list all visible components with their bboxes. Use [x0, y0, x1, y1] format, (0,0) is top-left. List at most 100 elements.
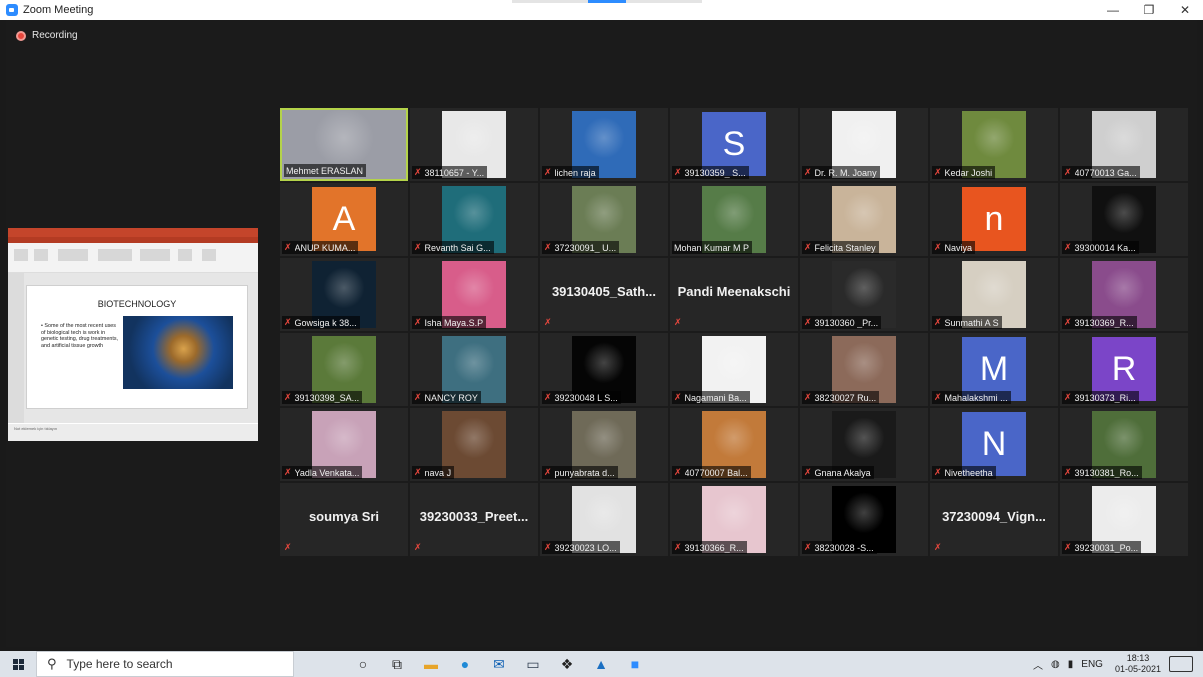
participant-name: 38230027 Ru... [814, 392, 877, 403]
participant-name: 39130373_Ri... [1074, 392, 1136, 403]
participant-name: 38110657 - Y... [424, 167, 485, 178]
photos-icon[interactable]: ▲ [584, 651, 618, 677]
participant-label: ✗ Isha Maya.S.P [412, 316, 487, 329]
taskbar-search[interactable]: ⚲ Type here to search [36, 651, 294, 677]
participant-tile[interactable]: soumya Sri ✗ [280, 483, 408, 556]
participant-tile[interactable]: ✗ punyabrata d... [540, 408, 668, 481]
muted-mic-icon: ✗ [284, 242, 292, 252]
participant-name: Revanth Sai G... [424, 242, 491, 253]
participant-tile[interactable]: ✗ 39230031_Po... [1060, 483, 1188, 556]
participant-tile[interactable]: ✗ Gnana Akalya [800, 408, 928, 481]
participant-tile[interactable]: n ✗ Naviya [930, 183, 1058, 256]
mail-icon[interactable]: ✉ [482, 651, 516, 677]
participant-tile[interactable]: ✗ 39130398_SA... [280, 333, 408, 406]
participant-tile[interactable]: ✗ 39230048 L S... [540, 333, 668, 406]
muted-mic-icon: ✗ [544, 542, 552, 552]
participant-tile[interactable]: ✗ 39130366_R... [670, 483, 798, 556]
participant-tile[interactable]: Pandi Meenakschi ✗ [670, 258, 798, 331]
edge-icon[interactable]: ● [448, 651, 482, 677]
shared-screen[interactable]: BIOTECHNOLOGY • Some of the most recent … [8, 228, 258, 441]
participant-label: ✗ 40770013 Ga... [1062, 166, 1140, 179]
participant-tile[interactable]: A ✗ ANUP KUMA... [280, 183, 408, 256]
participant-tile[interactable]: ✗ 39230023 LO... [540, 483, 668, 556]
participant-label: ✗ Gowsiga k 38... [282, 316, 360, 329]
participant-tile[interactable]: ✗ Revanth Sai G... [410, 183, 538, 256]
muted-mic-icon: ✗ [934, 392, 942, 402]
muted-mic-icon: ✗ [1064, 317, 1072, 327]
close-button[interactable]: ✕ [1167, 0, 1203, 20]
participant-tile[interactable]: ✗ NANCY ROY [410, 333, 538, 406]
participant-tile[interactable]: ✗ lichen raja [540, 108, 668, 181]
participant-name: Dr. R. M. Joany [814, 167, 877, 178]
participant-tile[interactable]: 39130405_Sath... ✗ [540, 258, 668, 331]
participant-label: ✗ Gnana Akalya [802, 466, 874, 479]
muted-mic-icon: ✗ [934, 242, 942, 252]
chevron-up-icon[interactable]: ︿ [1033, 657, 1043, 672]
participant-tile[interactable]: ✗ 38230028 -S... [800, 483, 928, 556]
participant-tile[interactable]: ✗ 40770007 Bal... [670, 408, 798, 481]
participant-label: ✗ Felicita Stanley [802, 241, 879, 254]
participant-name: Yadla Venkata... [294, 467, 360, 478]
participant-tile[interactable]: Mehmet ERASLAN [280, 108, 408, 181]
cortana-icon[interactable]: ○ [346, 651, 380, 677]
participant-label: ✗ 37230091_ U... [542, 241, 620, 254]
muted-mic-icon: ✗ [934, 317, 942, 327]
task-view-icon[interactable]: ⧉ [380, 651, 414, 677]
participant-tile[interactable]: R ✗ 39130373_Ri... [1060, 333, 1188, 406]
participant-tile[interactable]: S ✗ 39130359_ S... [670, 108, 798, 181]
muted-mic-icon: ✗ [804, 167, 812, 177]
participant-display-name: Pandi Meenakschi [677, 284, 791, 299]
participant-tile[interactable]: ✗ 39130381_Ro... [1060, 408, 1188, 481]
participant-tile[interactable]: ✗ Nagamani Ba... [670, 333, 798, 406]
participant-name: Kedar Joshi [944, 167, 993, 178]
participant-tile[interactable]: ✗ 39130369_R... [1060, 258, 1188, 331]
participant-label: ✗ Yadla Venkata... [282, 466, 363, 479]
participant-tile[interactable]: ✗ 39300014 Ka... [1060, 183, 1188, 256]
speaker-icon[interactable]: ▮ [1068, 659, 1074, 670]
muted-mic-icon: ✗ [1064, 467, 1072, 477]
meeting-area: Recording BIOTECHNOLOGY • Some of the mo… [6, 20, 1197, 647]
participant-tile[interactable]: 39230033_Preet... ✗ [410, 483, 538, 556]
maximize-button[interactable]: ❐ [1131, 0, 1167, 20]
clock[interactable]: 18:13 01-05-2021 [1115, 653, 1161, 675]
recording-indicator[interactable]: Recording [16, 30, 78, 41]
start-button[interactable] [0, 651, 36, 677]
zoom-taskbar-icon[interactable]: ■ [618, 651, 652, 677]
participant-tile[interactable]: ✗ Felicita Stanley [800, 183, 928, 256]
recording-label: Recording [32, 30, 78, 41]
participant-tile[interactable]: ✗ Gowsiga k 38... [280, 258, 408, 331]
participant-tile[interactable]: ✗ Yadla Venkata... [280, 408, 408, 481]
participant-tile[interactable]: ✗ 40770013 Ga... [1060, 108, 1188, 181]
participant-tile[interactable]: ✗ Kedar Joshi [930, 108, 1058, 181]
participant-label: ✗ [412, 541, 428, 554]
dropbox-icon[interactable]: ❖ [550, 651, 584, 677]
participant-name: Nagamani Ba... [684, 392, 747, 403]
participant-name: Isha Maya.S.P [424, 317, 484, 328]
participant-tile[interactable]: ✗ 38110657 - Y... [410, 108, 538, 181]
participant-name: 39230023 LO... [554, 542, 617, 553]
participant-tile[interactable]: ✗ Isha Maya.S.P [410, 258, 538, 331]
participant-tile[interactable]: ✗ Sunmathi A S [930, 258, 1058, 331]
participant-tile[interactable]: ✗ 38230027 Ru... [800, 333, 928, 406]
participant-label: ✗ 39130398_SA... [282, 391, 363, 404]
participant-tile[interactable]: N ✗ Nivetheetha [930, 408, 1058, 481]
participant-tile[interactable]: M ✗ Mahalakshmi ... [930, 333, 1058, 406]
network-icon[interactable]: ◍ [1051, 659, 1060, 670]
participant-tile[interactable]: 37230094_Vign... ✗ [930, 483, 1058, 556]
file-explorer-icon[interactable]: ▬ [414, 651, 448, 677]
participant-tile[interactable]: Mohan Kumar M P [670, 183, 798, 256]
minimize-button[interactable]: — [1095, 0, 1131, 20]
participant-label: ✗ 38230028 -S... [802, 541, 877, 554]
participant-tile[interactable]: ✗ Dr. R. M. Joany [800, 108, 928, 181]
participant-tile[interactable]: ✗ nava J [410, 408, 538, 481]
participant-tile[interactable]: ✗ 37230091_ U... [540, 183, 668, 256]
participant-name: 40770007 Bal... [684, 467, 748, 478]
amazon-icon[interactable]: ▭ [516, 651, 550, 677]
language-indicator[interactable]: ENG [1081, 659, 1103, 670]
view-toggle-tab[interactable] [512, 0, 702, 3]
taskbar: ⚲ Type here to search ○ ⧉ ▬ ● ✉ ▭ ❖ ▲ ■ … [0, 651, 1203, 677]
participant-tile[interactable]: ✗ 39130360 _Pr... [800, 258, 928, 331]
notification-icon[interactable] [1169, 656, 1193, 672]
muted-mic-icon: ✗ [414, 167, 422, 177]
title-bar: Zoom Meeting — ❐ ✕ [0, 0, 1203, 20]
